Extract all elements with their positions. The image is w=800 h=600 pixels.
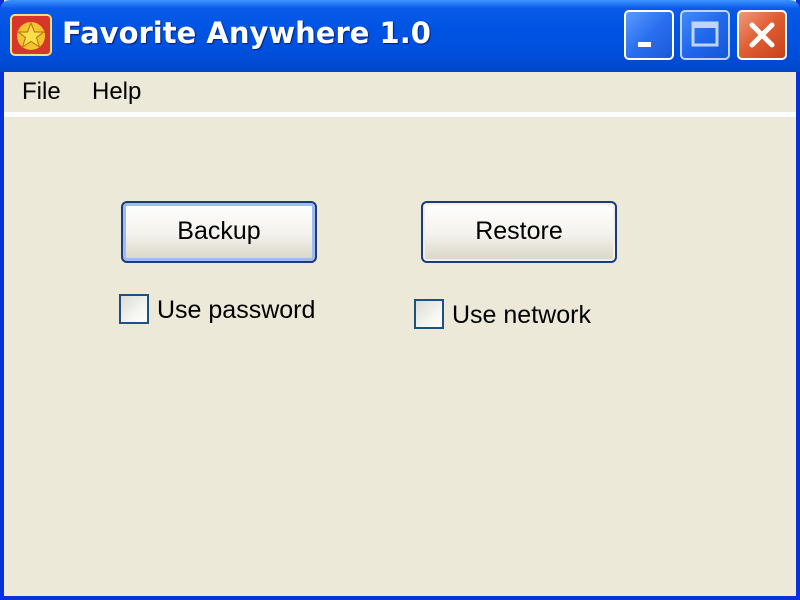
use-network-label[interactable]: Use network — [452, 299, 591, 331]
backup-button[interactable]: Backup — [121, 201, 317, 263]
menu-bar: File Help — [4, 72, 796, 117]
use-network-checkbox[interactable] — [414, 299, 444, 329]
restore-button[interactable]: Restore — [421, 201, 617, 263]
window-title: Favorite Anywhere 1.0 — [62, 16, 431, 50]
maximize-button[interactable] — [680, 10, 730, 60]
minimize-button[interactable] — [624, 10, 674, 60]
use-password-label[interactable]: Use password — [157, 294, 315, 326]
menu-file[interactable]: File — [18, 76, 65, 108]
menu-help[interactable]: Help — [88, 76, 145, 108]
app-window: Favorite Anywhere 1.0 File Help Backup R… — [0, 0, 800, 600]
close-button[interactable] — [737, 10, 787, 60]
use-password-checkbox[interactable] — [119, 294, 149, 324]
favorite-star-icon — [10, 14, 52, 56]
title-bar[interactable]: Favorite Anywhere 1.0 — [0, 0, 800, 72]
